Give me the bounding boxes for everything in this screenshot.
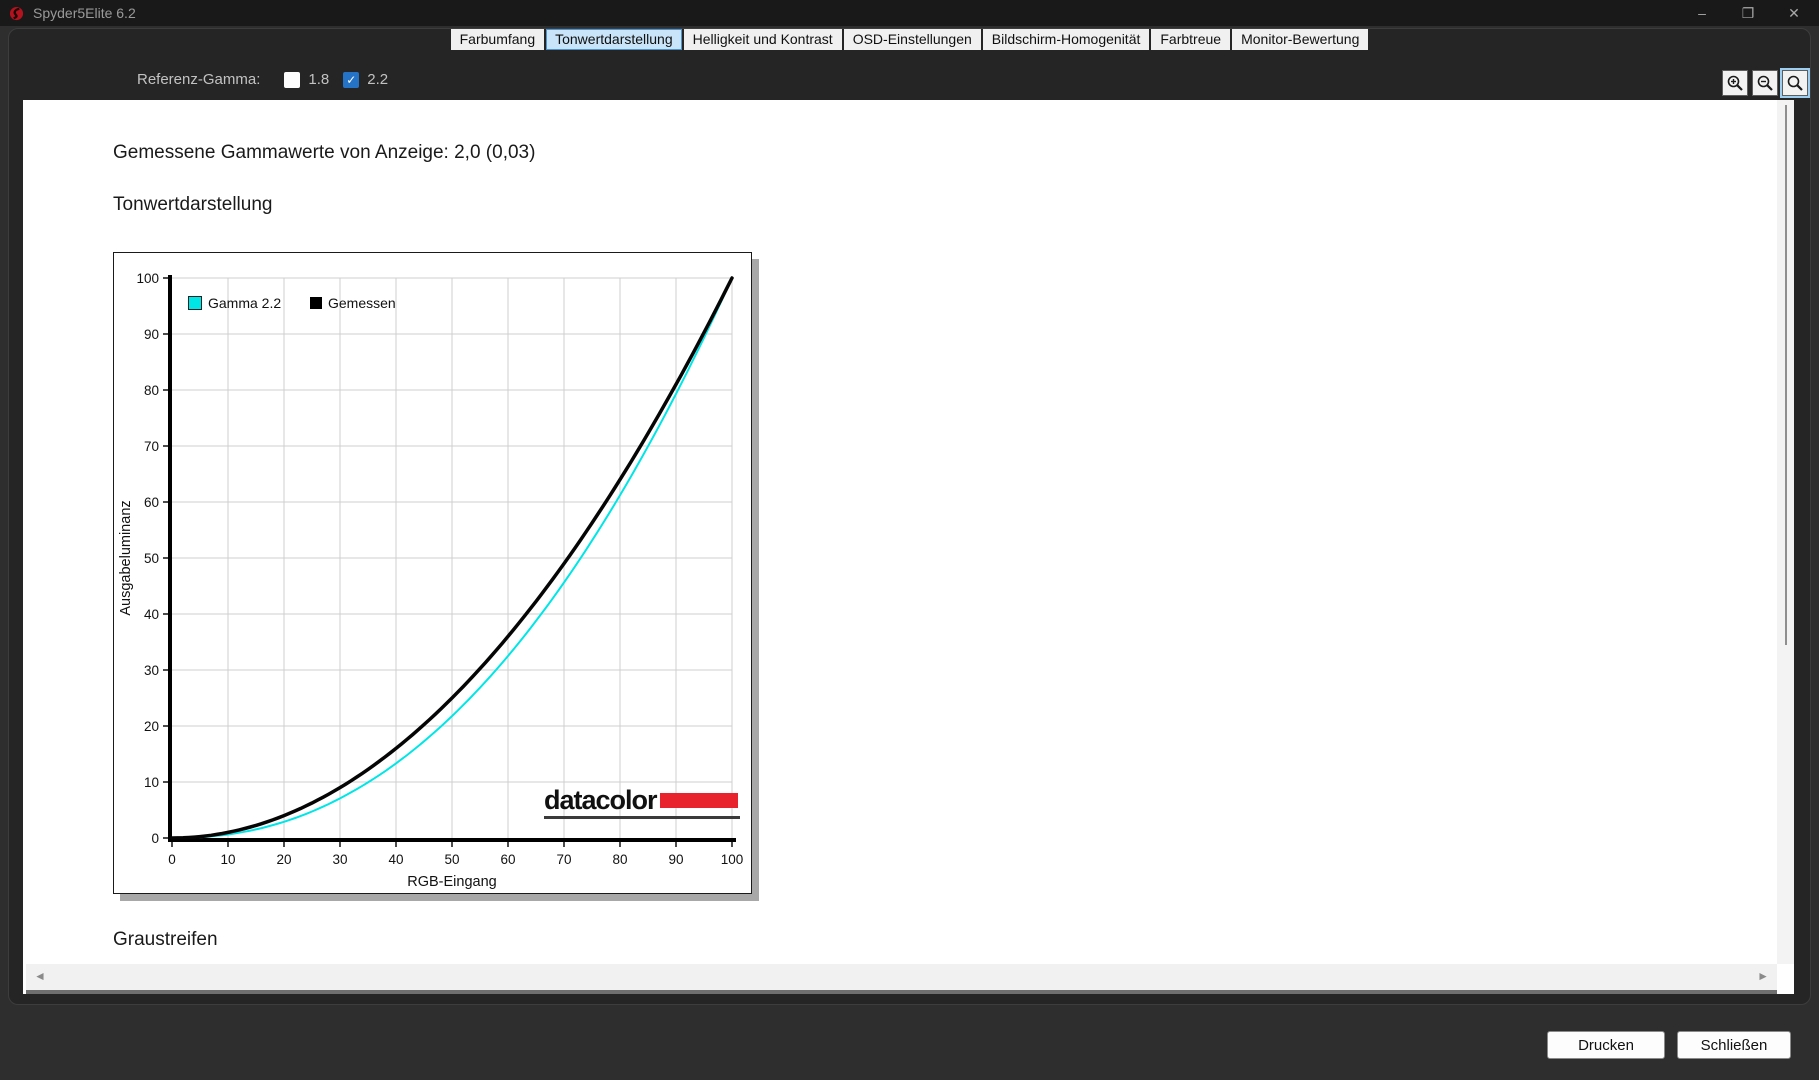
zoom-in-button[interactable] xyxy=(1722,70,1748,96)
x-tick-label: 40 xyxy=(388,852,403,867)
content-panel: Gemessene Gammawerte von Anzeige: 2,0 (0… xyxy=(23,100,1794,994)
legend-gemessen: Gemessen xyxy=(310,295,396,311)
window-title: Spyder5Elite 6.2 xyxy=(33,5,136,21)
tab-helligkeit-und-kontrast[interactable]: Helligkeit und Kontrast xyxy=(684,29,842,50)
y-tick-label: 20 xyxy=(144,719,159,734)
zoom-toolbar xyxy=(1722,70,1808,96)
titlebar: Spyder5Elite 6.2 – ❐ ✕ xyxy=(0,0,1819,26)
close-dialog-button[interactable]: Schließen xyxy=(1677,1031,1791,1059)
legend-gamma-2.2: Gamma 2.2 xyxy=(188,295,281,311)
tab-bar: Farbumfang Tonwertdarstellung Helligkeit… xyxy=(0,29,1819,50)
reference-gamma-row: Referenz-Gamma: 1.8 ✓ 2.2 xyxy=(137,71,388,88)
scroll-left-arrow-icon[interactable]: ◄ xyxy=(34,969,46,983)
tab-osd-einstellungen[interactable]: OSD-Einstellungen xyxy=(844,29,981,50)
x-tick-label: 70 xyxy=(556,852,571,867)
horizontal-scrollbar[interactable]: ◄ ► xyxy=(26,964,1777,994)
reference-gamma-label: Referenz-Gamma: xyxy=(137,71,260,88)
close-button[interactable]: ✕ xyxy=(1771,0,1817,26)
x-tick-label: 0 xyxy=(168,852,176,867)
tab-monitor-bewertung[interactable]: Monitor-Bewertung xyxy=(1232,29,1368,50)
tab-bildschirm-homogenitaet[interactable]: Bildschirm-Homogenität xyxy=(983,29,1150,50)
tab-farbtreue[interactable]: Farbtreue xyxy=(1151,29,1230,50)
x-tick-label: 100 xyxy=(721,852,744,867)
scroll-right-arrow-icon[interactable]: ► xyxy=(1757,969,1769,983)
scrollbar-corner xyxy=(1777,964,1794,994)
y-tick-label: 80 xyxy=(144,383,159,398)
datacolor-red-bar xyxy=(660,793,738,808)
x-tick-label: 30 xyxy=(332,852,347,867)
gamma-2.2-checkbox[interactable]: ✓ xyxy=(343,72,359,88)
legend-swatch-gamma xyxy=(188,296,202,310)
window-controls: – ❐ ✕ xyxy=(1679,0,1817,26)
y-tick-label: 90 xyxy=(144,327,159,342)
y-tick-label: 60 xyxy=(144,495,159,510)
gamma-1.8-checkbox[interactable] xyxy=(284,72,300,88)
vertical-scrollbar-thumb[interactable] xyxy=(1785,105,1787,645)
y-tick-label: 100 xyxy=(136,271,159,286)
zoom-fit-button[interactable] xyxy=(1782,70,1808,96)
x-tick-label: 50 xyxy=(444,852,459,867)
gamma-1.8-label: 1.8 xyxy=(308,71,329,88)
legend-label-gemessen: Gemessen xyxy=(328,295,396,311)
x-tick-label: 20 xyxy=(276,852,291,867)
restore-button[interactable]: ❐ xyxy=(1725,0,1771,26)
y-tick-label: 40 xyxy=(144,607,159,622)
y-tick-label: 10 xyxy=(144,775,159,790)
zoom-fit-icon xyxy=(1786,74,1804,92)
y-tick-label: 30 xyxy=(144,663,159,678)
section-heading: Tonwertdarstellung xyxy=(113,194,272,216)
y-tick-label: 50 xyxy=(144,551,159,566)
legend-swatch-gemessen xyxy=(310,297,322,309)
x-tick-label: 80 xyxy=(612,852,627,867)
x-tick-label: 90 xyxy=(668,852,683,867)
tone-curve-chart: 00 10 10 20 20 30 30 40 40 50 50 60 60 70 70 80 80 90 90 10… xyxy=(113,252,752,894)
measured-gamma-heading: Gemessene Gammawerte von Anzeige: 2,0 (0… xyxy=(113,142,535,164)
x-tick-label: 60 xyxy=(500,852,515,867)
tab-farbumfang[interactable]: Farbumfang xyxy=(451,29,544,50)
datacolor-watermark: datacolor xyxy=(544,787,744,819)
y-axis-title: Ausgabeluminanz xyxy=(118,500,134,615)
datacolor-logo-text: datacolor xyxy=(544,787,657,814)
legend-label-gamma: Gamma 2.2 xyxy=(208,295,281,311)
x-axis-title: RGB-Eingang xyxy=(407,874,496,890)
x-tick-label: 10 xyxy=(220,852,235,867)
print-button[interactable]: Drucken xyxy=(1547,1031,1665,1059)
next-section-heading: Graustreifen xyxy=(113,929,218,951)
y-tick-label: 70 xyxy=(144,439,159,454)
spyder-logo-icon xyxy=(9,6,24,21)
app-window: Spyder5Elite 6.2 – ❐ ✕ Farbumfang Tonwer… xyxy=(0,0,1819,1080)
gamma-2.2-label: 2.2 xyxy=(367,71,388,88)
minimize-button[interactable]: – xyxy=(1679,0,1725,26)
y-tick-label: 0 xyxy=(151,831,159,846)
zoom-in-icon xyxy=(1726,74,1744,92)
tab-tonwertdarstellung[interactable]: Tonwertdarstellung xyxy=(546,29,682,50)
vertical-scrollbar[interactable] xyxy=(1777,100,1794,964)
zoom-out-button[interactable] xyxy=(1752,70,1778,96)
datacolor-underline xyxy=(544,816,740,819)
zoom-out-icon xyxy=(1756,74,1774,92)
